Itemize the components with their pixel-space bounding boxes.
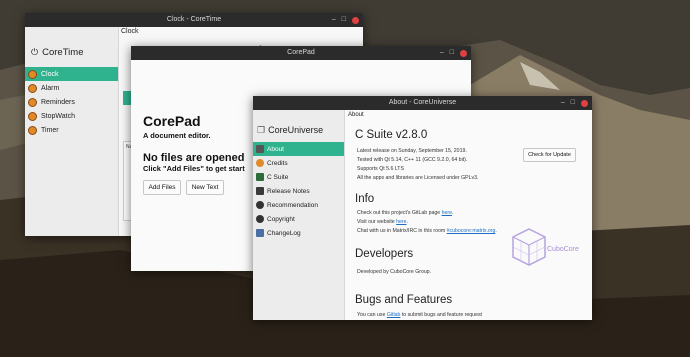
coreuniverse-main: About C Suite v2.8.0 Latest release on S… bbox=[345, 110, 592, 320]
sidebar-item-csuite[interactable]: C Suite bbox=[253, 170, 344, 184]
sidebar-item-label: Timer bbox=[41, 126, 59, 134]
sidebar-item-label: C Suite bbox=[267, 173, 289, 181]
check-for-update-button[interactable]: Check for Update bbox=[523, 148, 576, 162]
sidebar-item-label: StopWatch bbox=[41, 112, 75, 120]
info-line-gitlab: Check out this project's GitLab page her… bbox=[357, 210, 454, 216]
coreuniverse-title: About - CoreUniverse bbox=[388, 99, 457, 106]
coreuniverse-titlebar[interactable]: About - CoreUniverse – □ bbox=[253, 96, 592, 110]
star-icon bbox=[256, 159, 264, 167]
sidebar-item-label: Reminders bbox=[41, 98, 75, 106]
minimize-icon[interactable]: – bbox=[440, 46, 444, 60]
close-icon[interactable] bbox=[352, 16, 359, 24]
sidebar-item-stopwatch[interactable]: StopWatch bbox=[25, 109, 118, 123]
sidebar-item-release-notes[interactable]: Release Notes bbox=[253, 184, 344, 198]
close-icon[interactable] bbox=[460, 49, 467, 57]
release-line: Tested with Qt 5.14, C++ 11 (GCC 9.2.0, … bbox=[357, 157, 468, 163]
sidebar-item-label: Copyright bbox=[267, 215, 295, 223]
coretime-title: Clock - CoreTime bbox=[166, 16, 222, 23]
maximize-icon[interactable]: □ bbox=[450, 46, 454, 60]
sidebar-item-label: ChangeLog bbox=[267, 229, 301, 237]
release-line: All the apps and libraries are Licensed … bbox=[357, 175, 479, 181]
clock-icon bbox=[28, 69, 37, 79]
coreuniverse-sidebar: ❐ CoreUniverse About Credits C Suite Rel… bbox=[253, 110, 345, 320]
coreuniverse-app-header: ❐ CoreUniverse bbox=[253, 110, 344, 142]
coretime-app-name: CoreTime bbox=[42, 46, 84, 58]
sidebar-item-changelog[interactable]: ChangeLog bbox=[253, 226, 344, 240]
new-text-button[interactable]: New Text bbox=[186, 180, 224, 195]
cube-logo-icon: ❐ bbox=[257, 124, 266, 135]
corepad-subtitle: A document editor. bbox=[143, 131, 211, 140]
power-icon: ⏻ bbox=[31, 46, 39, 57]
accent-strip bbox=[123, 91, 131, 105]
sidebar-item-clock[interactable]: Clock bbox=[25, 67, 118, 81]
website-link[interactable]: here bbox=[396, 219, 406, 225]
sidebar-item-label: Credits bbox=[267, 159, 288, 167]
minimize-icon[interactable]: – bbox=[561, 96, 565, 110]
sidebar-item-reminders[interactable]: Reminders bbox=[25, 95, 118, 109]
coretime-sidebar: ⏻ CoreTime Clock Alarm Reminders StopWat… bbox=[25, 27, 119, 236]
sidebar-item-credits[interactable]: Credits bbox=[253, 156, 344, 170]
bugs-line: You can use Gitlab to submit bugs and fe… bbox=[357, 312, 482, 318]
maximize-icon[interactable]: □ bbox=[571, 96, 575, 110]
timer-icon bbox=[28, 125, 37, 135]
recommendation-icon bbox=[256, 201, 264, 209]
sidebar-item-recommendation[interactable]: Recommendation bbox=[253, 198, 344, 212]
matrix-room-link[interactable]: #cubocore:matrix.org bbox=[447, 228, 496, 234]
developers-line: Developed by CuboCore Group. bbox=[357, 269, 432, 275]
bugs-heading: Bugs and Features bbox=[355, 294, 453, 306]
terminal-icon bbox=[256, 173, 264, 181]
logo-text: CuboCore bbox=[547, 246, 579, 253]
copyright-icon bbox=[256, 215, 264, 223]
sidebar-item-timer[interactable]: Timer bbox=[25, 123, 118, 137]
corepad-title: CorePad bbox=[287, 49, 315, 56]
release-line: Supports Qt 5.6 LTS bbox=[357, 166, 404, 172]
coretime-titlebar[interactable]: Clock - CoreTime – □ bbox=[25, 13, 363, 27]
coreuniverse-app-name: CoreUniverse bbox=[268, 125, 324, 135]
maximize-icon[interactable]: □ bbox=[342, 13, 346, 27]
sidebar-item-alarm[interactable]: Alarm bbox=[25, 81, 118, 95]
page-title: Clock bbox=[121, 28, 139, 35]
corepad-titlebar[interactable]: CorePad – □ bbox=[131, 46, 471, 60]
sidebar-item-label: About bbox=[267, 145, 284, 153]
page-title: About bbox=[348, 112, 364, 118]
notes-icon bbox=[256, 187, 264, 195]
sidebar-item-label: Recommendation bbox=[267, 201, 318, 209]
add-files-button[interactable]: Add Files bbox=[143, 180, 181, 195]
sidebar-item-label: Clock bbox=[41, 70, 59, 78]
empty-state-title: No files are opened bbox=[143, 152, 245, 164]
corepad-app-title: CorePad bbox=[143, 113, 201, 129]
coretime-app-header: ⏻ CoreTime bbox=[25, 27, 118, 67]
info-line-website: Visit our website here. bbox=[357, 219, 408, 225]
sidebar-item-copyright[interactable]: Copyright bbox=[253, 212, 344, 226]
info-line-matrix: Chat with us in Matrix/IRC in this room … bbox=[357, 228, 497, 234]
cubocore-logo: CuboCore bbox=[511, 227, 581, 282]
changelog-icon bbox=[256, 229, 264, 237]
reminder-icon bbox=[28, 97, 37, 107]
empty-state-hint: Click "Add Files" to get start bbox=[143, 164, 245, 173]
info-heading: Info bbox=[355, 193, 375, 205]
monitor-icon bbox=[256, 145, 264, 153]
alarm-icon bbox=[28, 83, 37, 93]
coreuniverse-window: About - CoreUniverse – □ ❐ CoreUniverse … bbox=[253, 96, 592, 320]
gitlab-page-link[interactable]: here bbox=[442, 210, 452, 216]
stopwatch-icon bbox=[28, 111, 37, 121]
gitlab-issues-link[interactable]: Gitlab bbox=[387, 312, 401, 318]
close-icon[interactable] bbox=[581, 99, 588, 107]
developers-heading: Developers bbox=[355, 248, 414, 260]
release-line: Latest release on Sunday, September 15, … bbox=[357, 148, 467, 154]
version-heading: C Suite v2.8.0 bbox=[355, 129, 428, 141]
minimize-icon[interactable]: – bbox=[332, 13, 336, 27]
sidebar-item-label: Alarm bbox=[41, 84, 60, 92]
sidebar-item-about[interactable]: About bbox=[253, 142, 344, 156]
sidebar-item-label: Release Notes bbox=[267, 187, 310, 195]
